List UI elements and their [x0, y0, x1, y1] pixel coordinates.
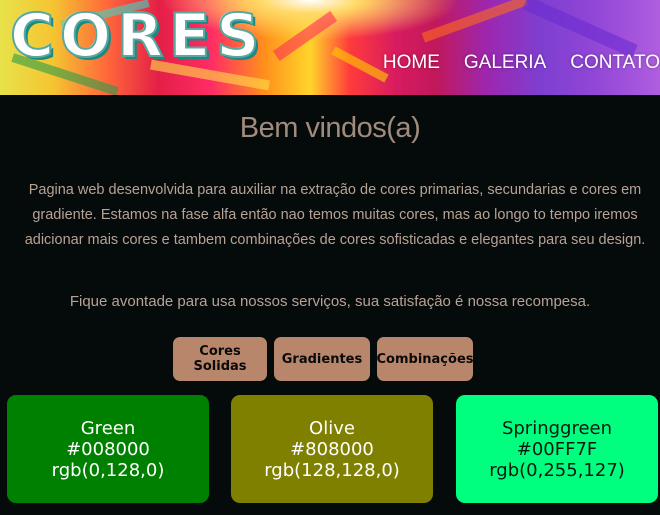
- color-name: Olive: [309, 417, 355, 439]
- tab-gradientes[interactable]: Gradientes: [274, 337, 370, 381]
- color-card-springgreen[interactable]: Springgreen #00FF7F rgb(0,255,127): [456, 395, 658, 503]
- color-hex: #808000: [290, 438, 374, 460]
- tab-combinacoes[interactable]: Combinações: [377, 337, 474, 381]
- color-name: Springgreen: [501, 417, 613, 439]
- header-banner: CORES HOME GALERIA CONTATO: [0, 0, 660, 95]
- banner-streak: [522, 0, 638, 58]
- color-hex: #00FF7F: [516, 438, 598, 460]
- nav-link-contato[interactable]: CONTATO: [570, 52, 660, 74]
- invite-text: Fique avontade para usa nossos serviços,…: [69, 293, 591, 310]
- color-name: Green: [80, 417, 136, 439]
- color-card-olive[interactable]: Olive #808000 rgb(128,128,0): [231, 395, 433, 503]
- color-hex: #008000: [66, 438, 150, 460]
- main-nav: HOME GALERIA CONTATO: [383, 52, 660, 74]
- color-rgb: rgb(0,255,127): [489, 459, 625, 481]
- banner-streak: [272, 11, 338, 61]
- intro-paragraph: Pagina web desenvolvida para auxiliar na…: [24, 182, 646, 248]
- tab-cores-solidas[interactable]: Cores Solidas: [173, 337, 267, 381]
- category-tabs: Cores Solidas Gradientes Combinações: [173, 337, 474, 381]
- page-title: Bem vindos(a): [239, 112, 421, 144]
- color-rgb: rgb(0,128,0): [51, 459, 165, 481]
- banner-streak: [331, 46, 389, 83]
- banner-streak: [421, 0, 529, 43]
- color-card-green[interactable]: Green #008000 rgb(0,128,0): [7, 395, 209, 503]
- nav-link-home[interactable]: HOME: [383, 52, 440, 74]
- site-logo[interactable]: CORES: [9, 5, 265, 67]
- color-rgb: rgb(128,128,0): [264, 459, 400, 481]
- nav-link-galeria[interactable]: GALERIA: [464, 52, 546, 74]
